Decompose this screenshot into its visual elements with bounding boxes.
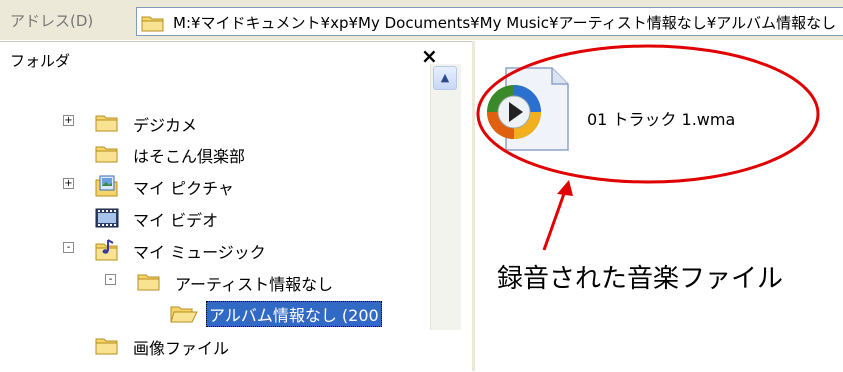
annotation-text: 録音された音楽ファイル [497, 264, 784, 294]
annotation-overlay [476, 44, 820, 251]
annotation-arrow-line [542, 187, 568, 251]
annotation-ellipse [476, 44, 820, 184]
annotation-arrowhead [557, 180, 573, 196]
